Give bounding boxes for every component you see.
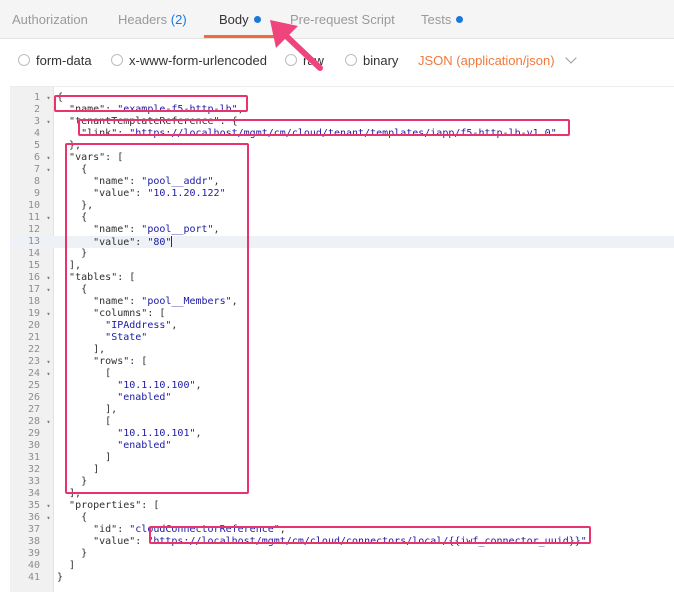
tab-tests[interactable]: Tests (421, 0, 464, 38)
highlight-link-box (78, 119, 570, 136)
line-number: 31 (27, 452, 40, 463)
tab-authorization[interactable]: Authorization (12, 0, 88, 38)
highlight-connector-box (149, 526, 591, 544)
binary-label: binary (363, 53, 399, 68)
line-number: 32 (27, 464, 40, 475)
fold-toggle-icon[interactable]: ▾ (44, 92, 53, 104)
line-number: 13 (27, 236, 40, 247)
radio-icon[interactable] (18, 54, 30, 66)
fold-toggle-icon[interactable]: ▾ (44, 116, 53, 128)
line-number: 5 (33, 140, 40, 151)
headers-count-badge: (2) (170, 12, 187, 27)
fold-toggle-icon[interactable]: ▾ (44, 308, 53, 320)
urlencoded-label: x-www-form-urlencoded (129, 53, 267, 68)
code-line[interactable]: 39 } (10, 548, 674, 560)
tests-indicator-dot (456, 16, 464, 23)
fold-toggle-icon[interactable]: ▾ (44, 416, 53, 428)
line-number: 20 (27, 320, 40, 331)
code-line[interactable]: 40 ] (10, 560, 674, 572)
line-number: 12 (27, 224, 40, 235)
line-number: 30 (27, 440, 40, 451)
fold-toggle-icon[interactable]: ▾ (44, 284, 53, 296)
line-number: 6 (33, 152, 40, 163)
fold-toggle-icon[interactable]: ▾ (44, 152, 53, 164)
line-number: 8 (33, 176, 40, 187)
pointer-arrow-icon (270, 20, 323, 71)
line-number: 35 (27, 500, 40, 511)
fold-toggle-icon[interactable]: ▾ (44, 164, 53, 176)
tab-tests-label: Tests (421, 12, 452, 27)
line-number: 25 (27, 380, 40, 391)
code-text: ] (57, 560, 76, 571)
code-text: "properties": [ (69, 500, 160, 511)
line-number: 33 (27, 476, 40, 487)
line-number: 17 (27, 284, 40, 295)
code-line[interactable]: 36 ▾ { (10, 512, 674, 524)
line-number: 10 (27, 200, 40, 211)
fold-toggle-icon[interactable]: ▾ (44, 272, 53, 284)
fold-toggle-icon[interactable]: ▾ (44, 212, 53, 224)
binary-option[interactable]: binary (345, 51, 398, 71)
line-number: 40 (27, 560, 40, 571)
tab-body-label: Body (219, 12, 249, 27)
content-type-dropdown[interactable]: JSON (application/json) (418, 51, 577, 71)
radio-icon[interactable] (345, 54, 357, 66)
line-number: 21 (27, 332, 40, 343)
chevron-down-icon (564, 52, 577, 64)
fold-toggle-icon[interactable]: ▾ (44, 368, 53, 380)
code-text: } (57, 548, 88, 559)
line-number: 28 (27, 416, 40, 427)
code-text: } (57, 572, 64, 583)
body-indicator-dot (253, 16, 261, 23)
tab-headers[interactable]: Headers (2) (118, 0, 187, 38)
line-number: 23 (27, 356, 40, 367)
line-number: 3 (33, 116, 40, 127)
line-number: 38 (27, 536, 40, 547)
tab-headers-label: Headers (118, 12, 168, 27)
line-number: 14 (27, 248, 40, 259)
line-number: 27 (27, 404, 40, 415)
line-number: 22 (27, 344, 40, 355)
line-number: 16 (27, 272, 40, 283)
line-number: 19 (27, 308, 40, 319)
line-number: 1 (33, 92, 40, 103)
line-number: 36 (27, 512, 40, 523)
line-number: 34 (27, 488, 40, 499)
body-mode-selector: form-data x-www-form-urlencoded raw bina… (0, 39, 674, 83)
form-data-label: form-data (36, 53, 92, 68)
request-tabs: Authorization Headers (2) Body Pre-reque… (0, 0, 674, 39)
code-line[interactable]: 41} (10, 572, 674, 584)
tab-body[interactable]: Body (219, 0, 261, 38)
line-number: 2 (33, 104, 40, 115)
line-number: 7 (33, 164, 40, 175)
fold-toggle-icon[interactable]: ▾ (44, 500, 53, 512)
line-number: 18 (27, 296, 40, 307)
line-number: 41 (27, 572, 40, 583)
highlight-vars-tables-box (65, 143, 249, 494)
json-body-editor[interactable]: 1 ▾{2 "name": "example-f5-http-lb", 3 ▾ "te… (10, 86, 674, 592)
line-number: 37 (27, 524, 40, 535)
line-number: 26 (27, 392, 40, 403)
radio-icon[interactable] (111, 54, 123, 66)
tab-authorization-label: Authorization (12, 12, 88, 27)
fold-toggle-icon[interactable]: ▾ (44, 356, 53, 368)
line-number: 29 (27, 428, 40, 439)
form-data-option[interactable]: form-data (18, 51, 92, 71)
line-number: 24 (27, 368, 40, 379)
urlencoded-option[interactable]: x-www-form-urlencoded (111, 51, 267, 71)
code-text: { (57, 512, 88, 523)
highlight-name-box (54, 95, 248, 112)
line-number: 4 (33, 128, 40, 139)
content-type-label: JSON (application/json) (418, 53, 555, 68)
line-number: 39 (27, 548, 40, 559)
fold-toggle-icon[interactable]: ▾ (44, 512, 53, 524)
line-number: 11 (27, 212, 40, 223)
line-number: 15 (27, 260, 40, 271)
code-line[interactable]: 35 ▾ "properties": [ (10, 500, 674, 512)
line-number: 9 (33, 188, 40, 199)
